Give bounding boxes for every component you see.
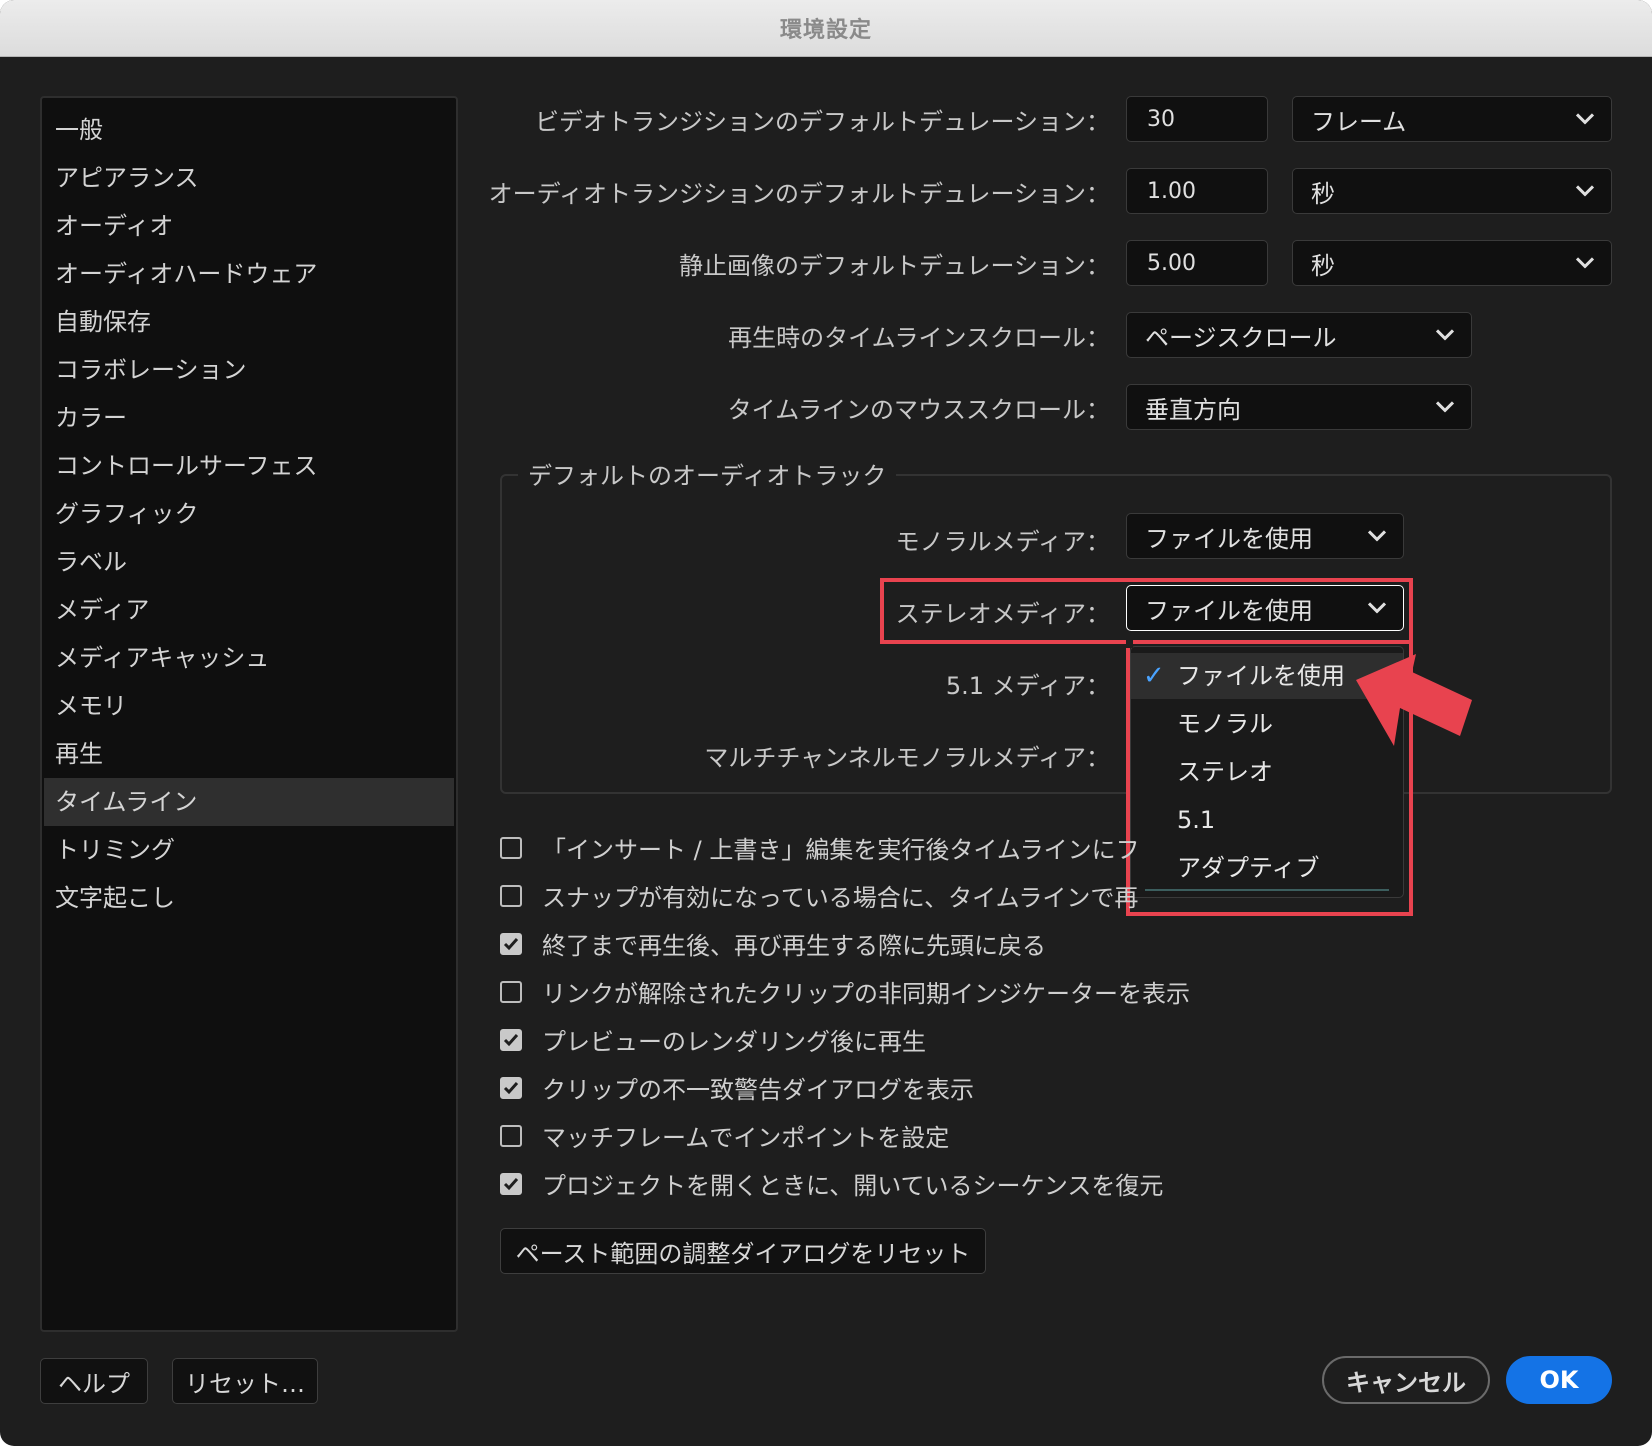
sidebar-item-labels[interactable]: ラベル: [44, 538, 454, 586]
video-transition-value: 30: [1147, 106, 1175, 132]
dropdown-divider: [1145, 889, 1389, 891]
checkbox[interactable]: [500, 836, 522, 859]
stereo-media-select[interactable]: ファイルを使用: [1126, 585, 1404, 631]
dropdown-option-label: ファイルを使用: [1177, 662, 1345, 690]
checkbox-checked[interactable]: [500, 932, 522, 955]
checkbox-label: プロジェクトを開くときに、開いているシーケンスを復元: [542, 1172, 1164, 1200]
audio-transition-value: 1.00: [1147, 178, 1196, 204]
sidebar-item-trimming[interactable]: トリミング: [44, 826, 454, 874]
checkbox-label: 終了まで再生後、再び再生する際に先頭に戻る: [542, 932, 1046, 960]
sidebar-item-collaboration[interactable]: コラボレーション: [44, 346, 454, 394]
sidebar-item-playback[interactable]: 再生: [44, 730, 454, 778]
checkbox-checked[interactable]: [500, 1172, 522, 1195]
checkmark-icon: ✓: [1143, 661, 1165, 691]
mono-media-value: ファイルを使用: [1145, 524, 1313, 553]
sidebar-item-control-surface[interactable]: コントロールサーフェス: [44, 442, 454, 490]
cancel-button[interactable]: キャンセル: [1322, 1356, 1490, 1404]
video-transition-unit-value: フレーム: [1311, 107, 1407, 136]
checkmark-icon: [503, 1081, 519, 1094]
sidebar-item-audio[interactable]: オーディオ: [44, 202, 454, 250]
still-image-label: 静止画像のデフォルトデュレーション：: [678, 252, 1110, 280]
sidebar-item-transcription[interactable]: 文字起こし: [44, 874, 454, 922]
checkbox-label: スナップが有効になっている場合に、タイムラインで再: [542, 884, 1139, 912]
still-image-unit-select[interactable]: 秒: [1292, 240, 1612, 286]
chevron-down-icon: [1575, 257, 1595, 269]
video-transition-label: ビデオトランジションのデフォルトデュレーション：: [534, 108, 1110, 136]
checkbox-row-match-frame[interactable]: マッチフレームでインポイントを設定: [500, 1118, 949, 1153]
sidebar-item-general[interactable]: 一般: [44, 106, 454, 154]
checkbox-row-restore-sequences[interactable]: プロジェクトを開くときに、開いているシーケンスを復元: [500, 1166, 1163, 1201]
audio-transition-label: オーディオトランジションのデフォルトデュレーション：: [488, 180, 1110, 208]
mono-media-label: モノラルメディア：: [895, 528, 1110, 556]
sidebar-item-media-cache[interactable]: メディアキャッシュ: [44, 634, 454, 682]
reset-paste-dialog-button[interactable]: ペースト範囲の調整ダイアログをリセット: [500, 1228, 986, 1274]
help-button[interactable]: ヘルプ: [40, 1358, 148, 1404]
title-bar: 環境設定: [0, 0, 1652, 57]
checkbox-row-snap[interactable]: スナップが有効になっている場合に、タイムラインで再: [500, 878, 1138, 913]
mouse-scroll-label: タイムラインのマウススクロール：: [727, 396, 1110, 424]
checkbox-row-insert-overwrite[interactable]: 「インサート / 上書き」編集を実行後タイムラインにフ: [500, 830, 1140, 865]
audio-transition-input[interactable]: 1.00: [1126, 168, 1268, 214]
mono-media-select[interactable]: ファイルを使用: [1126, 513, 1404, 559]
audio-transition-unit-value: 秒: [1311, 179, 1335, 208]
still-image-input[interactable]: 5.00: [1126, 240, 1268, 286]
still-image-value: 5.00: [1147, 250, 1196, 276]
checkbox-checked[interactable]: [500, 1028, 522, 1051]
checkbox-row-play-after-render[interactable]: プレビューのレンダリング後に再生: [500, 1022, 926, 1057]
reset-button[interactable]: リセット…: [172, 1358, 318, 1404]
sidebar-item-audio-hardware[interactable]: オーディオハードウェア: [44, 250, 454, 298]
playback-scroll-select[interactable]: ページスクロール: [1126, 312, 1472, 358]
dropdown-option-5-1[interactable]: 5.1: [1131, 797, 1403, 843]
multichannel-mono-media-label: マルチチャンネルモノラルメディア：: [704, 744, 1110, 772]
sidebar-item-memory[interactable]: メモリ: [44, 682, 454, 730]
checkbox-label: リンクが解除されたクリップの非同期インジケーターを表示: [542, 980, 1190, 1008]
sidebar-item-media[interactable]: メディア: [44, 586, 454, 634]
checkbox-label: クリップの不一致警告ダイアログを表示: [542, 1076, 974, 1104]
still-image-unit-value: 秒: [1311, 251, 1335, 280]
arrow-pointer-icon: [1356, 654, 1472, 746]
category-list: 一般 アピアランス オーディオ オーディオハードウェア 自動保存 コラボレーショ…: [40, 96, 458, 1332]
playback-scroll-value: ページスクロール: [1145, 323, 1337, 352]
window-title: 環境設定: [779, 18, 872, 43]
playback-scroll-label: 再生時のタイムラインスクロール：: [728, 324, 1110, 352]
checkmark-icon: [503, 1033, 519, 1046]
stereo-media-value: ファイルを使用: [1145, 596, 1313, 625]
dropdown-option-stereo[interactable]: ステレオ: [1131, 749, 1403, 795]
sidebar-item-appearance[interactable]: アピアランス: [44, 154, 454, 202]
dropdown-option-adaptive[interactable]: アダプティブ: [1131, 845, 1403, 891]
checkbox[interactable]: [500, 980, 522, 1003]
sidebar-item-graphics[interactable]: グラフィック: [44, 490, 454, 538]
sidebar-item-auto-save[interactable]: 自動保存: [44, 298, 454, 346]
checkbox-row-out-of-sync[interactable]: リンクが解除されたクリップの非同期インジケーターを表示: [500, 974, 1190, 1009]
audio-transition-unit-select[interactable]: 秒: [1292, 168, 1612, 214]
sidebar-item-timeline[interactable]: タイムライン: [44, 778, 454, 826]
checkbox[interactable]: [500, 884, 522, 907]
video-transition-unit-select[interactable]: フレーム: [1292, 96, 1612, 142]
highlight-joint: [1126, 638, 1133, 648]
mouse-scroll-select[interactable]: 垂直方向: [1126, 384, 1472, 430]
stereo-media-label: ステレオメディア：: [895, 600, 1110, 628]
five-one-media-label: 5.1 メディア：: [945, 672, 1110, 700]
checkmark-icon: [503, 1177, 519, 1190]
checkbox-label: 「インサート / 上書き」編集を実行後タイムラインにフ: [542, 836, 1140, 864]
sidebar-item-color[interactable]: カラー: [44, 394, 454, 442]
mouse-scroll-value: 垂直方向: [1145, 395, 1241, 424]
checkbox-row-return-to-start[interactable]: 終了まで再生後、再び再生する際に先頭に戻る: [500, 926, 1046, 961]
chevron-down-icon: [1435, 401, 1455, 413]
checkbox-checked[interactable]: [500, 1076, 522, 1099]
checkbox[interactable]: [500, 1124, 522, 1147]
chevron-down-icon: [1435, 329, 1455, 341]
checkbox-label: プレビューのレンダリング後に再生: [542, 1028, 926, 1056]
preferences-window: 環境設定 一般 アピアランス オーディオ オーディオハードウェア 自動保存 コラ…: [0, 0, 1652, 1446]
chevron-down-icon: [1367, 530, 1387, 542]
checkbox-label: マッチフレームでインポイントを設定: [542, 1124, 950, 1152]
group-title: デフォルトのオーディオトラック: [518, 456, 897, 491]
ok-button[interactable]: OK: [1506, 1356, 1612, 1404]
checkbox-row-mismatch-warning[interactable]: クリップの不一致警告ダイアログを表示: [500, 1070, 974, 1105]
chevron-down-icon: [1575, 113, 1595, 125]
chevron-down-icon: [1575, 185, 1595, 197]
chevron-down-icon: [1367, 602, 1387, 614]
video-transition-input[interactable]: 30: [1126, 96, 1268, 142]
checkmark-icon: [503, 937, 519, 950]
